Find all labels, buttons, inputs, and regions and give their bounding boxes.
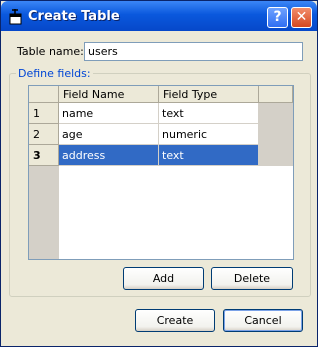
create-button[interactable]: Create [135, 309, 215, 332]
column-header-field-type[interactable]: Field Type [159, 86, 259, 103]
grid-corner-header[interactable] [29, 86, 59, 103]
add-field-button[interactable]: Add [123, 267, 204, 290]
row-header-2[interactable]: 2 [29, 124, 59, 145]
grid-empty-area[interactable] [59, 166, 293, 259]
help-button[interactable]: ? [267, 7, 288, 28]
cell-field-type[interactable]: numeric [159, 124, 259, 145]
close-button[interactable]: ✕ [291, 7, 312, 28]
close-icon: ✕ [295, 9, 308, 25]
table-window-icon [8, 9, 24, 25]
cell-field-type-selected[interactable]: text [159, 145, 259, 166]
cell-field-name-selected[interactable]: address [59, 145, 159, 166]
window-title: Create Table [28, 9, 120, 24]
create-table-dialog: Create Table ? ✕ Table name: users Defin… [0, 0, 318, 347]
table-name-input[interactable]: users [84, 42, 303, 61]
cell-field-name[interactable]: name [59, 103, 159, 124]
delete-field-button[interactable]: Delete [211, 267, 293, 290]
help-icon: ? [273, 9, 282, 25]
cancel-button[interactable]: Cancel [223, 309, 303, 332]
row-header-1[interactable]: 1 [29, 103, 59, 124]
cell-field-name[interactable]: age [59, 124, 159, 145]
title-bar[interactable]: Create Table ? ✕ [1, 1, 317, 31]
define-fields-legend: Define fields: [16, 67, 93, 80]
cell-field-type[interactable]: text [159, 103, 259, 124]
column-header-field-name[interactable]: Field Name [59, 86, 159, 103]
fields-grid[interactable]: Field Name Field Type 1 name text 2 age … [28, 85, 294, 260]
column-header-filler [259, 86, 293, 103]
row-header-3-selected[interactable]: 3 [29, 145, 59, 166]
table-name-label: Table name: [17, 45, 84, 58]
